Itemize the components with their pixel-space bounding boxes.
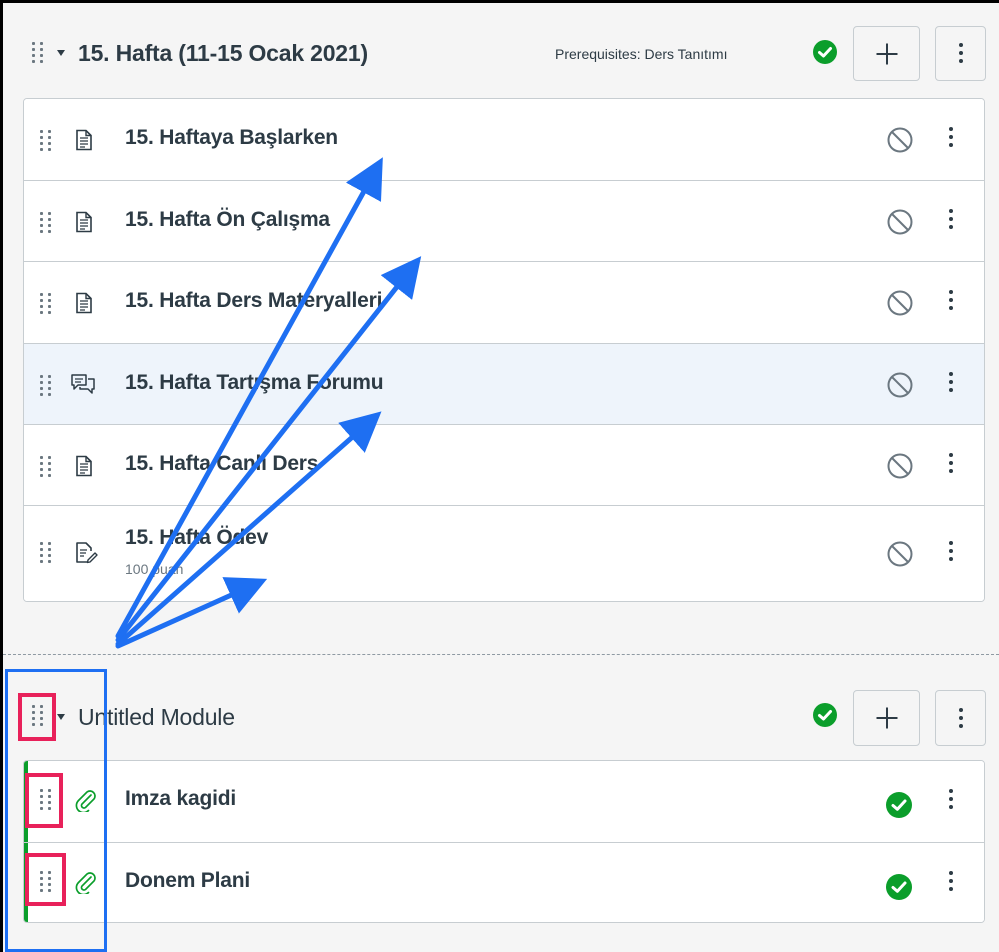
module-item[interactable]: 15. Hafta Ders Materyalleri	[24, 261, 984, 343]
collapse-caret-icon[interactable]	[57, 50, 65, 56]
item-options-icon[interactable]	[949, 871, 953, 895]
item-options-icon[interactable]	[949, 541, 953, 565]
item-options-icon[interactable]	[949, 127, 953, 151]
module-item[interactable]: 15. Hafta Canlı Ders	[24, 424, 984, 505]
module-options-button[interactable]	[935, 26, 986, 81]
module-untitled: Untitled Module Imza kagidi Donem Plani	[3, 655, 999, 952]
modules-page: 15. Hafta (11-15 Ocak 2021) Prerequisite…	[3, 3, 999, 952]
page-icon	[76, 211, 92, 233]
module-15-hafta: 15. Hafta (11-15 Ocak 2021) Prerequisite…	[3, 3, 999, 653]
item-options-icon[interactable]	[949, 372, 953, 396]
drag-handle-icon[interactable]	[40, 375, 52, 396]
item-title[interactable]: Imza kagidi	[125, 787, 236, 811]
kebab-icon	[959, 43, 963, 67]
drag-handle-icon[interactable]	[40, 542, 52, 563]
page-icon	[76, 292, 92, 314]
published-check-icon[interactable]	[813, 40, 837, 64]
item-points: 100 puan	[125, 561, 184, 577]
unpublished-icon[interactable]	[886, 540, 914, 568]
module-item[interactable]: 15. Hafta Ödev 100 puan	[24, 505, 984, 601]
unpublished-icon[interactable]	[886, 126, 914, 154]
item-options-icon[interactable]	[949, 453, 953, 477]
module-item[interactable]: 15. Hafta Tartışma Forumu	[24, 343, 984, 424]
published-check-icon[interactable]	[886, 874, 912, 900]
item-title[interactable]: 15. Haftaya Başlarken	[125, 126, 338, 150]
drag-handle-icon[interactable]	[40, 212, 52, 233]
kebab-icon	[959, 708, 963, 732]
drag-handle-icon[interactable]	[40, 456, 52, 477]
unpublished-icon[interactable]	[886, 208, 914, 236]
drag-handle-icon[interactable]	[32, 42, 44, 63]
item-title[interactable]: 15. Hafta Tartışma Forumu	[125, 371, 384, 395]
module-item[interactable]: 15. Hafta Ön Çalışma	[24, 180, 984, 261]
drag-handle-icon[interactable]	[40, 130, 52, 151]
unpublished-icon[interactable]	[886, 452, 914, 480]
module-item[interactable]: 15. Haftaya Başlarken	[24, 99, 984, 180]
drag-handle-icon[interactable]	[40, 293, 52, 314]
module-options-button[interactable]	[935, 690, 986, 746]
item-title[interactable]: Donem Plani	[125, 869, 250, 893]
page-icon	[76, 455, 92, 477]
item-title[interactable]: 15. Hafta Canlı Ders	[125, 452, 318, 476]
annotation-red-box	[25, 773, 63, 828]
module-header[interactable]: Untitled Module	[3, 655, 999, 761]
item-title[interactable]: 15. Hafta Ön Çalışma	[125, 208, 330, 232]
assignment-icon	[76, 542, 98, 564]
module-items-list: 15. Haftaya Başlarken 15. Hafta Ön Çalış…	[23, 98, 985, 602]
unpublished-icon[interactable]	[886, 371, 914, 399]
item-title[interactable]: 15. Hafta Ödev	[125, 526, 268, 550]
published-check-icon[interactable]	[813, 703, 837, 727]
add-item-button[interactable]	[853, 26, 920, 81]
add-item-button[interactable]	[853, 690, 920, 746]
published-check-icon[interactable]	[886, 792, 912, 818]
module-item[interactable]: Imza kagidi	[24, 761, 984, 842]
module-title: 15. Hafta (11-15 Ocak 2021)	[78, 40, 368, 66]
prerequisites-label: Prerequisites: Ders Tanıtımı	[555, 46, 728, 62]
item-title[interactable]: 15. Hafta Ders Materyalleri	[125, 289, 382, 313]
module-item[interactable]: Donem Plani	[24, 842, 984, 922]
discussion-icon	[71, 374, 95, 394]
module-header[interactable]: 15. Hafta (11-15 Ocak 2021) Prerequisite…	[3, 3, 999, 95]
item-options-icon[interactable]	[949, 290, 953, 314]
item-options-icon[interactable]	[949, 209, 953, 233]
module-items-list: Imza kagidi Donem Plani	[23, 760, 985, 923]
unpublished-icon[interactable]	[886, 289, 914, 317]
annotation-red-box	[18, 693, 56, 741]
annotation-red-box	[25, 853, 66, 906]
page-icon	[76, 129, 92, 151]
item-options-icon[interactable]	[949, 789, 953, 813]
